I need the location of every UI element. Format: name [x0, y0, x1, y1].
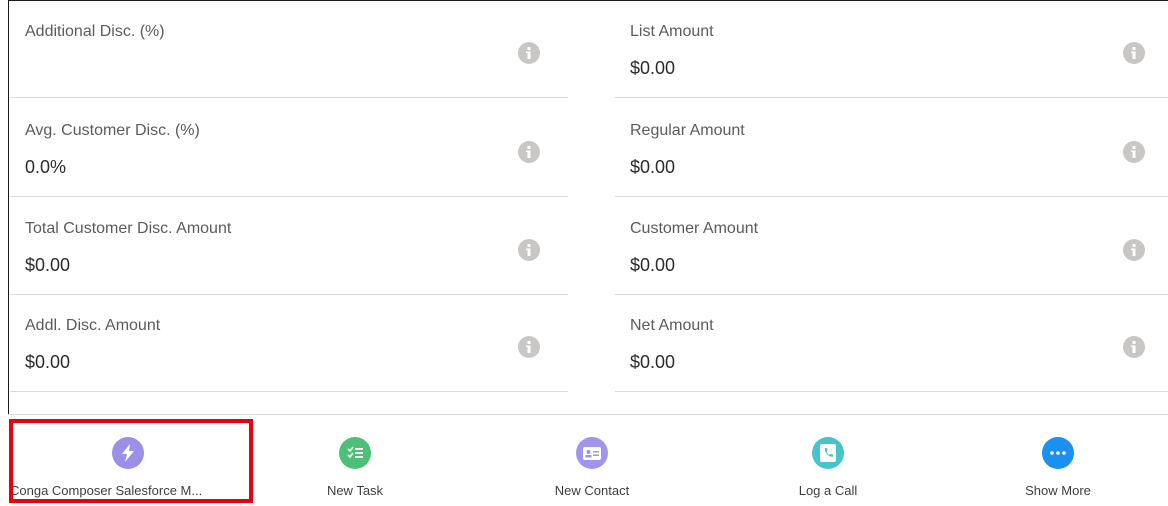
field-value: $0.00: [25, 352, 71, 372]
field-label: Customer Amount: [630, 220, 759, 237]
field-value: $0.00: [25, 255, 71, 275]
action-label: Show More: [1025, 483, 1091, 498]
field-value: $0.00: [630, 255, 676, 275]
more-icon: [1042, 437, 1074, 469]
action-bar: Conga Composer Salesforce M... New Task …: [8, 414, 1168, 506]
field-label: Net Amount: [630, 317, 714, 334]
info-icon[interactable]: [518, 336, 540, 358]
action-label: Log a Call: [798, 483, 858, 498]
action-label: New Contact: [554, 483, 630, 498]
field-value: 0.0%: [25, 157, 67, 177]
field-label: Regular Amount: [630, 122, 745, 139]
new-contact-action[interactable]: New Contact: [542, 415, 642, 506]
field-value: $0.00: [630, 157, 676, 177]
field-value: $0.00: [630, 352, 676, 372]
conga-composer-action[interactable]: Conga Composer Salesforce M...: [8, 415, 248, 506]
info-icon[interactable]: [1123, 239, 1145, 261]
field-list-amount: List Amount $0.00: [615, 1, 1168, 98]
field-avg-customer-disc: Avg. Customer Disc. (%) 0.0%: [10, 100, 568, 197]
action-label: Conga Composer Salesforce M...: [10, 483, 203, 498]
contact-card-icon: [576, 437, 608, 469]
new-task-action[interactable]: New Task: [310, 415, 400, 506]
field-label: Avg. Customer Disc. (%): [25, 122, 200, 139]
field-addl-disc-amount: Addl. Disc. Amount $0.00: [10, 295, 568, 392]
field-value: $0.00: [630, 58, 676, 78]
field-regular-amount: Regular Amount $0.00: [615, 100, 1168, 197]
field-label: List Amount: [630, 23, 714, 40]
field-customer-amount: Customer Amount $0.00: [615, 198, 1168, 295]
info-icon[interactable]: [518, 42, 540, 64]
show-more-action[interactable]: Show More: [1008, 415, 1108, 506]
lightning-icon: [112, 437, 144, 469]
info-icon[interactable]: [1123, 42, 1145, 64]
phone-log-icon: [812, 437, 844, 469]
field-label: Additional Disc. (%): [25, 23, 165, 40]
field-total-customer-disc-amount: Total Customer Disc. Amount $0.00: [10, 198, 568, 295]
field-additional-disc: Additional Disc. (%): [10, 1, 568, 98]
info-icon[interactable]: [1123, 336, 1145, 358]
field-net-amount: Net Amount $0.00: [615, 295, 1168, 392]
field-label: Total Customer Disc. Amount: [25, 220, 232, 237]
info-icon[interactable]: [518, 239, 540, 261]
log-a-call-action[interactable]: Log a Call: [778, 415, 878, 506]
field-label: Addl. Disc. Amount: [25, 317, 161, 334]
info-icon[interactable]: [1123, 141, 1145, 163]
action-label: New Task: [326, 483, 384, 498]
task-icon: [339, 437, 371, 469]
info-icon[interactable]: [518, 141, 540, 163]
